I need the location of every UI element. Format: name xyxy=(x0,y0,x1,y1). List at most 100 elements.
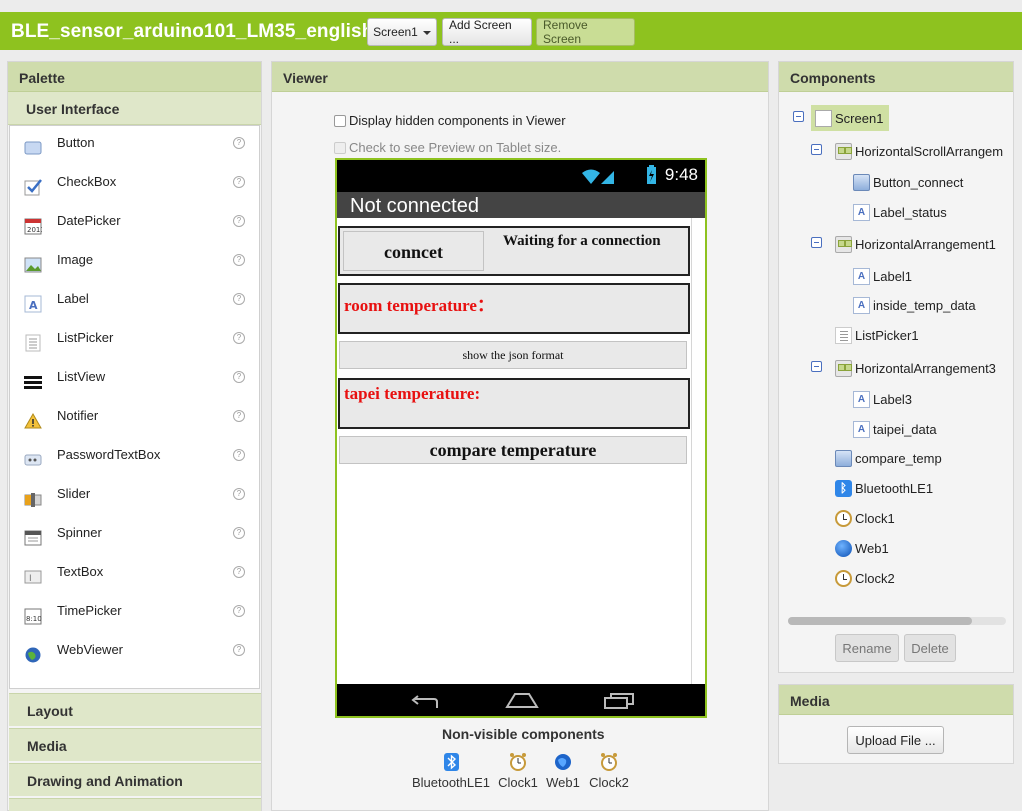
category-drawing-animation[interactable]: Drawing and Animation xyxy=(9,763,261,796)
rename-button[interactable]: Rename xyxy=(835,634,899,662)
nonvisible-web1[interactable]: Web1 xyxy=(545,752,581,790)
tree-item-label1[interactable]: A Label1 xyxy=(853,268,912,285)
category-layout[interactable]: Layout xyxy=(9,693,261,726)
nonvisible-bluetooth[interactable]: BluetoothLE1 xyxy=(409,752,493,790)
palette-item-passwordtextbox[interactable]: PasswordTextBox ? xyxy=(10,438,259,477)
horizontal-scroll-arrangement[interactable]: conncet Waiting for a connection xyxy=(338,226,690,276)
scrollbar-thumb[interactable] xyxy=(788,617,972,625)
compare-temperature-button[interactable]: compare temperature xyxy=(339,436,687,464)
category-user-interface[interactable]: User Interface xyxy=(8,92,261,125)
image-icon xyxy=(24,256,42,274)
screen-select-dropdown[interactable]: Screen1 xyxy=(367,18,437,46)
help-icon[interactable]: ? xyxy=(233,254,245,266)
collapse-toggle-icon[interactable] xyxy=(811,237,822,248)
tree-item-taipei-data[interactable]: Ataipei_data xyxy=(853,421,937,438)
media-title: Media xyxy=(779,685,1013,715)
viewer-panel: Viewer Display hidden components in View… xyxy=(271,61,769,811)
chevron-down-icon xyxy=(422,30,431,35)
palette-item-listview[interactable]: ListView ? xyxy=(10,360,259,399)
palette-item-notifier[interactable]: Notifier ? xyxy=(10,399,259,438)
help-icon[interactable]: ? xyxy=(233,488,245,500)
password-icon xyxy=(24,451,42,469)
palette-item-label: Slider xyxy=(57,486,91,501)
clock-icon xyxy=(835,570,852,587)
palette-item-label[interactable]: A Label ? xyxy=(10,282,259,321)
horizontal-arrangement-icon xyxy=(835,360,852,377)
clock-icon xyxy=(600,752,618,772)
help-icon[interactable]: ? xyxy=(233,215,245,227)
help-icon[interactable]: ? xyxy=(233,371,245,383)
nonvisible-clock1[interactable]: Clock1 xyxy=(497,752,539,790)
tree-item-listpicker1[interactable]: ListPicker1 xyxy=(835,327,919,344)
tree-item-web1[interactable]: Web1 xyxy=(835,540,889,557)
palette-item-checkbox[interactable]: CheckBox ? xyxy=(10,165,259,204)
bluetooth-icon xyxy=(443,752,460,772)
category-media[interactable]: Media xyxy=(9,728,261,761)
show-hidden-checkbox-row[interactable]: Display hidden components in Viewer xyxy=(334,113,566,128)
help-icon[interactable]: ? xyxy=(233,605,245,617)
components-horizontal-scrollbar[interactable] xyxy=(788,617,1006,625)
help-icon[interactable]: ? xyxy=(233,644,245,656)
remove-screen-button[interactable]: Remove Screen xyxy=(536,18,635,46)
clock-icon xyxy=(509,752,527,772)
tree-item-compare-temp[interactable]: compare_temp xyxy=(835,450,942,467)
tree-item-horizontal-scroll-arrangement[interactable]: HorizontalScrollArrangem xyxy=(835,143,1003,160)
tree-item-clock1[interactable]: Clock1 xyxy=(835,510,895,527)
palette-item-label: ListPicker xyxy=(57,330,114,345)
back-icon xyxy=(411,695,438,708)
horizontal-arrangement-1[interactable]: room temperature： xyxy=(338,283,690,334)
json-format-listpicker[interactable]: show the json format xyxy=(339,341,687,369)
tree-item-screen1[interactable]: Screen1 xyxy=(811,105,890,131)
category-sensors[interactable]: Sensors xyxy=(9,798,261,811)
palette-item-slider[interactable]: Slider ? xyxy=(10,477,259,516)
palette-panel: Palette User Interface Button ? CheckBox… xyxy=(7,61,262,811)
tree-item-bluetoothle1[interactable]: ᛒ BluetoothLE1 xyxy=(835,480,933,497)
palette-item-textbox[interactable]: I TextBox ? xyxy=(10,555,259,594)
palette-item-listpicker[interactable]: ListPicker ? xyxy=(10,321,259,360)
help-icon[interactable]: ? xyxy=(233,449,245,461)
palette-item-webviewer[interactable]: WebViewer ? xyxy=(10,633,259,672)
horizontal-arrangement-3[interactable]: tapei temperature: xyxy=(338,378,690,429)
tablet-preview-label: Check to see Preview on Tablet size. xyxy=(349,140,562,155)
tree-item-label: Clock2 xyxy=(855,571,895,586)
show-hidden-checkbox[interactable] xyxy=(334,114,346,127)
phone-status-bar: 9:48 xyxy=(337,160,705,192)
nonvisible-clock2[interactable]: Clock2 xyxy=(588,752,630,790)
screen-icon xyxy=(815,109,832,127)
palette-item-button[interactable]: Button ? xyxy=(10,126,259,165)
spinner-icon xyxy=(24,529,42,547)
add-screen-button[interactable]: Add Screen ... xyxy=(442,18,532,46)
help-icon[interactable]: ? xyxy=(233,527,245,539)
nonvisible-components-title: Non-visible components xyxy=(442,726,605,742)
components-title: Components xyxy=(779,62,1013,92)
tree-item-horizontal-arrangement3[interactable]: HorizontalArrangement3 xyxy=(835,360,996,377)
tree-item-label-status[interactable]: A Label_status xyxy=(853,204,947,221)
tablet-preview-checkbox-row[interactable]: Check to see Preview on Tablet size. xyxy=(334,140,561,155)
collapse-toggle-icon[interactable] xyxy=(811,361,822,372)
help-icon[interactable]: ? xyxy=(233,410,245,422)
help-icon[interactable]: ? xyxy=(233,293,245,305)
upload-file-button[interactable]: Upload File ... xyxy=(847,726,944,754)
collapse-toggle-icon[interactable] xyxy=(811,144,822,155)
taipei-temperature-label: tapei temperature: xyxy=(344,384,481,403)
connect-button[interactable]: conncet xyxy=(343,231,484,271)
nonvisible-label: Clock2 xyxy=(589,775,629,790)
palette-item-image[interactable]: Image ? xyxy=(10,243,259,282)
tree-item-horizontal-arrangement1[interactable]: HorizontalArrangement1 xyxy=(835,236,996,253)
palette-item-label: CheckBox xyxy=(57,174,117,189)
help-icon[interactable]: ? xyxy=(233,332,245,344)
screen-select-label: Screen1 xyxy=(373,25,418,39)
palette-item-timepicker[interactable]: 8:10 TimePicker ? xyxy=(10,594,259,633)
tablet-preview-checkbox[interactable] xyxy=(334,141,346,154)
tree-item-label3[interactable]: A Label3 xyxy=(853,391,912,408)
help-icon[interactable]: ? xyxy=(233,137,245,149)
help-icon[interactable]: ? xyxy=(233,566,245,578)
help-icon[interactable]: ? xyxy=(233,176,245,188)
palette-item-datepicker[interactable]: 2011 DatePicker ? xyxy=(10,204,259,243)
tree-item-inside-temp-data[interactable]: Ainside_temp_data xyxy=(853,297,976,314)
palette-item-spinner[interactable]: Spinner ? xyxy=(10,516,259,555)
tree-item-clock2[interactable]: Clock2 xyxy=(835,570,895,587)
collapse-toggle-icon[interactable] xyxy=(793,111,804,122)
delete-button[interactable]: Delete xyxy=(904,634,956,662)
tree-item-button-connect[interactable]: Button_connect xyxy=(853,174,963,191)
